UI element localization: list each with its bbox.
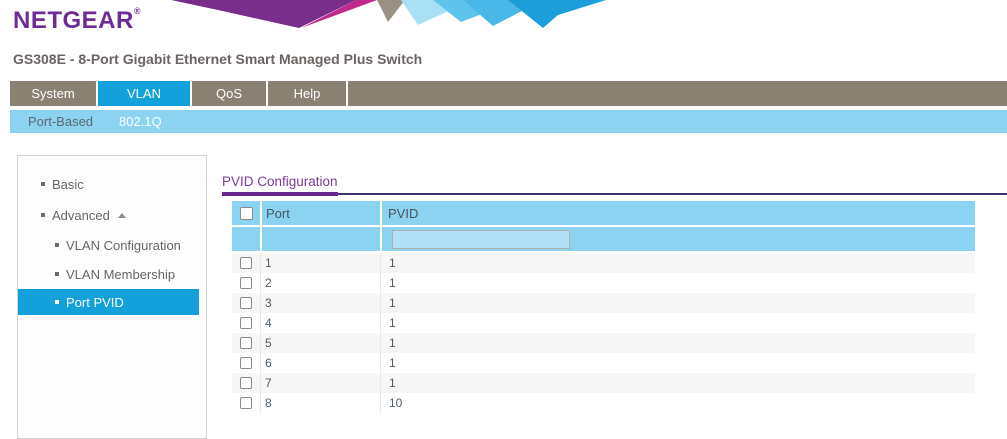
- page: NETGEAR® GS308E - 8-Port Gigabit Etherne…: [0, 0, 1007, 439]
- row-checkbox[interactable]: [240, 337, 252, 349]
- sidebar-item-label: VLAN Membership: [66, 267, 175, 282]
- row-checkbox[interactable]: [240, 397, 252, 409]
- table-row: 5 1: [232, 333, 975, 353]
- table-filter-row: [232, 227, 975, 251]
- port-cell: 7: [260, 373, 380, 393]
- tab-system[interactable]: System: [10, 81, 98, 106]
- tab-qos[interactable]: QoS: [192, 81, 268, 106]
- tab-vlan[interactable]: VLAN: [98, 81, 192, 106]
- table-row: 2 1: [232, 273, 975, 293]
- select-all-checkbox[interactable]: [240, 207, 253, 220]
- port-cell: 4: [260, 313, 380, 333]
- row-checkbox[interactable]: [240, 277, 252, 289]
- heading-rule-accent: [222, 192, 338, 196]
- subnav-8021q[interactable]: 802.1Q: [119, 114, 162, 129]
- table-row: 8 10: [232, 393, 975, 413]
- subnav-port-based[interactable]: Port-Based: [28, 114, 93, 129]
- pvid-cell: 10: [380, 393, 975, 413]
- main-navbar: System VLAN QoS Help: [10, 81, 1007, 106]
- header-cell-port: Port: [262, 201, 380, 225]
- sidebar-item-label: Advanced: [52, 208, 110, 223]
- registered-mark: ®: [134, 6, 141, 16]
- heading-rule: [338, 193, 1007, 195]
- table-header-row: Port PVID: [232, 201, 975, 225]
- port-cell: 6: [260, 353, 380, 373]
- pvid-cell: 1: [380, 313, 975, 333]
- header-cell-pvid: PVID: [382, 201, 975, 225]
- netgear-logo: NETGEAR®: [13, 6, 141, 35]
- bullet-icon: [41, 213, 45, 217]
- sidebar-item-port-pvid[interactable]: Port PVID: [18, 289, 199, 315]
- vlan-subnav: Port-Based 802.1Q: [10, 110, 1007, 133]
- table-row: 3 1: [232, 293, 975, 313]
- port-cell: 2: [260, 273, 380, 293]
- bullet-icon: [41, 182, 45, 186]
- sidebar: Basic Advanced VLAN Configuration VLAN M…: [17, 155, 207, 439]
- table-row: 4 1: [232, 313, 975, 333]
- pvid-cell: 1: [380, 253, 975, 273]
- table-row: 6 1: [232, 353, 975, 373]
- sidebar-item-advanced[interactable]: Advanced: [18, 202, 206, 228]
- sidebar-item-label: Port PVID: [66, 295, 124, 310]
- logo-text: NETGEAR: [13, 7, 134, 34]
- table-row: 1 1: [232, 253, 975, 273]
- sidebar-item-label: VLAN Configuration: [66, 238, 181, 253]
- pvid-cell: 1: [380, 273, 975, 293]
- sidebar-item-vlan-configuration[interactable]: VLAN Configuration: [18, 232, 206, 258]
- tab-help[interactable]: Help: [268, 81, 348, 106]
- table-body: 1 1 2 1 3 1 4 1 5 1: [232, 253, 975, 413]
- page-title: GS308E - 8-Port Gigabit Ethernet Smart M…: [13, 51, 422, 67]
- port-cell: 3: [260, 293, 380, 313]
- row-checkbox[interactable]: [240, 377, 252, 389]
- pvid-input[interactable]: [392, 230, 570, 249]
- section-heading: PVID Configuration: [222, 174, 338, 189]
- bullet-icon: [55, 243, 59, 247]
- row-checkbox[interactable]: [240, 357, 252, 369]
- bullet-icon: [55, 272, 59, 276]
- pvid-cell: 1: [380, 353, 975, 373]
- sidebar-item-vlan-membership[interactable]: VLAN Membership: [18, 261, 206, 287]
- row-checkbox[interactable]: [240, 297, 252, 309]
- pvid-table: Port PVID 1 1 2 1 3 1: [232, 201, 975, 413]
- pvid-cell: 1: [380, 333, 975, 353]
- pvid-cell: 1: [380, 373, 975, 393]
- header-cell-select: [232, 201, 260, 225]
- port-cell: 5: [260, 333, 380, 353]
- port-cell: 8: [260, 393, 380, 413]
- row-checkbox[interactable]: [240, 317, 252, 329]
- filter-cell-port: [262, 227, 380, 251]
- row-checkbox[interactable]: [240, 257, 252, 269]
- filter-cell-pvid: [382, 227, 975, 251]
- filter-cell-select: [232, 227, 260, 251]
- sidebar-item-label: Basic: [52, 177, 84, 192]
- bullet-icon: [55, 300, 59, 304]
- port-cell: 1: [260, 253, 380, 273]
- table-row: 7 1: [232, 373, 975, 393]
- pvid-cell: 1: [380, 293, 975, 313]
- decorative-banner-graphic: [163, 0, 613, 30]
- collapse-caret-icon[interactable]: [118, 213, 126, 218]
- sidebar-item-basic[interactable]: Basic: [18, 171, 206, 197]
